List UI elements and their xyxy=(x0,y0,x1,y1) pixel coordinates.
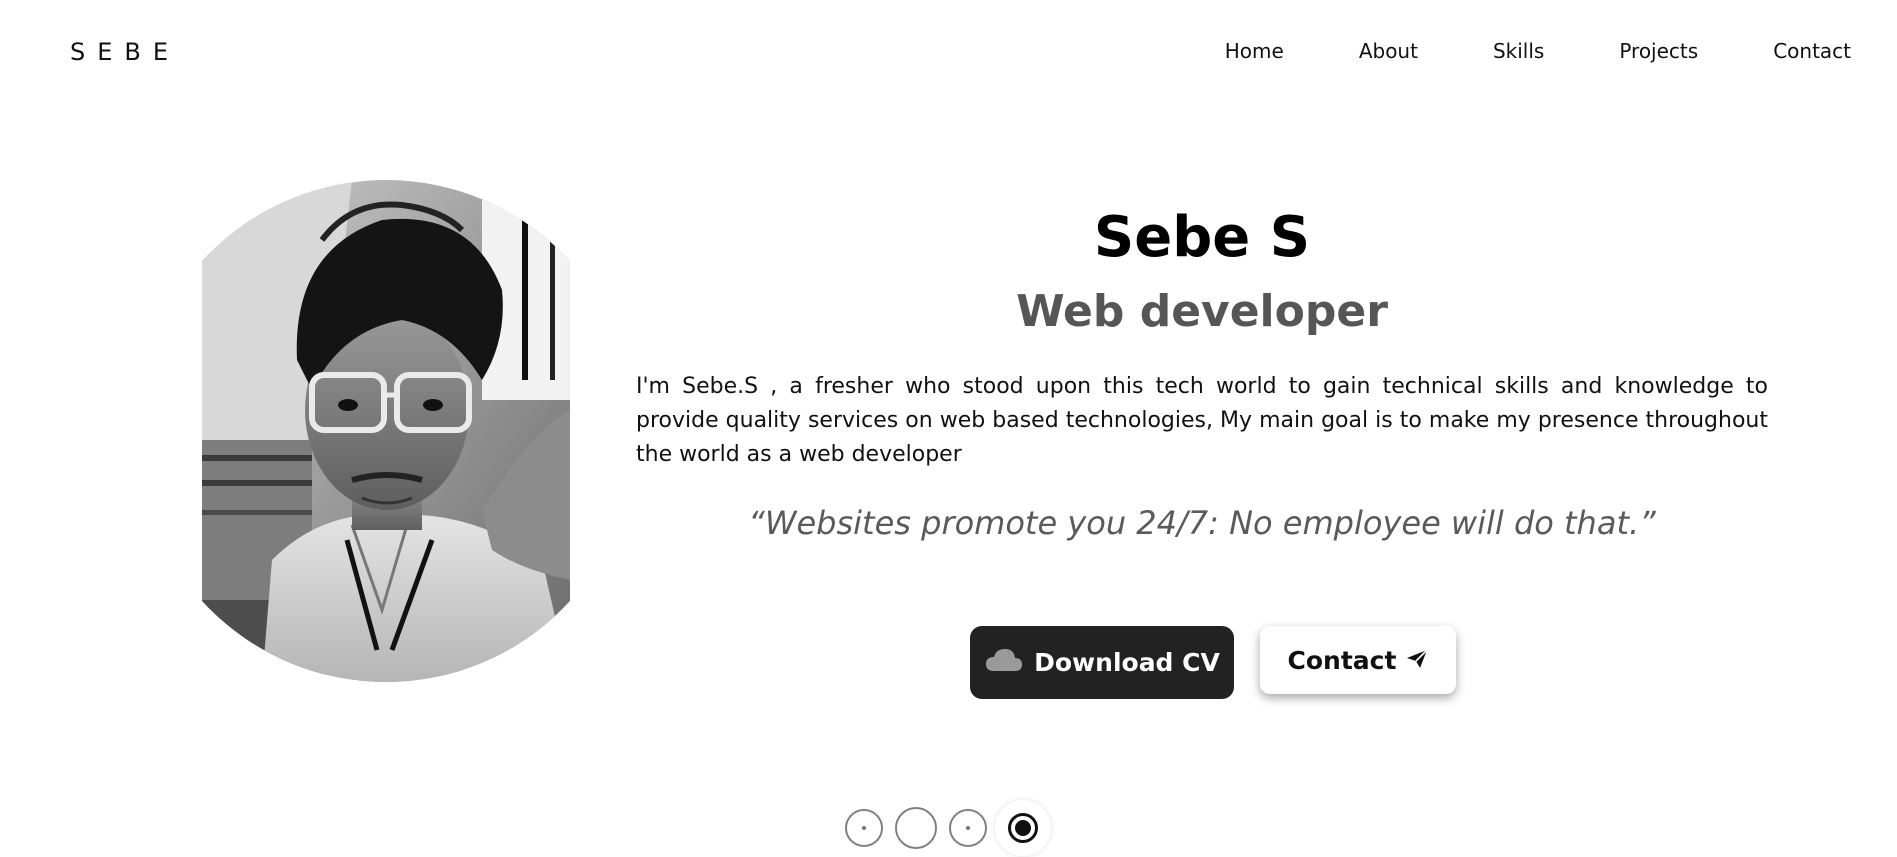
slide-dot-3[interactable] xyxy=(949,809,987,847)
hero-name: Sebe S xyxy=(1093,205,1311,270)
hero-quote: “Websites promote you 24/7: No employee … xyxy=(748,504,1656,542)
nav-home[interactable]: Home xyxy=(1225,39,1284,63)
nav-projects[interactable]: Projects xyxy=(1619,39,1698,63)
brand-logo[interactable]: SEBE xyxy=(70,38,180,66)
paper-plane-icon xyxy=(1406,646,1429,675)
hero-role: Web developer xyxy=(1016,286,1388,337)
contact-button[interactable]: Contact xyxy=(1260,626,1456,694)
download-cv-button[interactable]: Download CV xyxy=(970,626,1234,699)
profile-photo xyxy=(202,180,570,682)
download-cv-label: Download CV xyxy=(1034,648,1220,677)
slide-dot-4-active[interactable] xyxy=(995,800,1051,856)
active-dot-icon xyxy=(1008,813,1038,843)
nav-contact[interactable]: Contact xyxy=(1773,39,1851,63)
slide-dot-2[interactable] xyxy=(895,807,937,849)
page: SEBE Home About Skills Projects Contact xyxy=(0,0,1897,857)
contact-label: Contact xyxy=(1287,645,1397,675)
nav-skills[interactable]: Skills xyxy=(1493,39,1544,63)
main-nav: Home About Skills Projects Contact xyxy=(1150,39,1851,63)
nav-about[interactable]: About xyxy=(1359,39,1418,63)
slide-dot-1[interactable] xyxy=(845,809,883,847)
cloud-icon xyxy=(984,647,1024,679)
slide-pagination xyxy=(845,800,1051,856)
hero-bio: I'm Sebe.S , a fresher who stood upon th… xyxy=(636,374,1768,467)
